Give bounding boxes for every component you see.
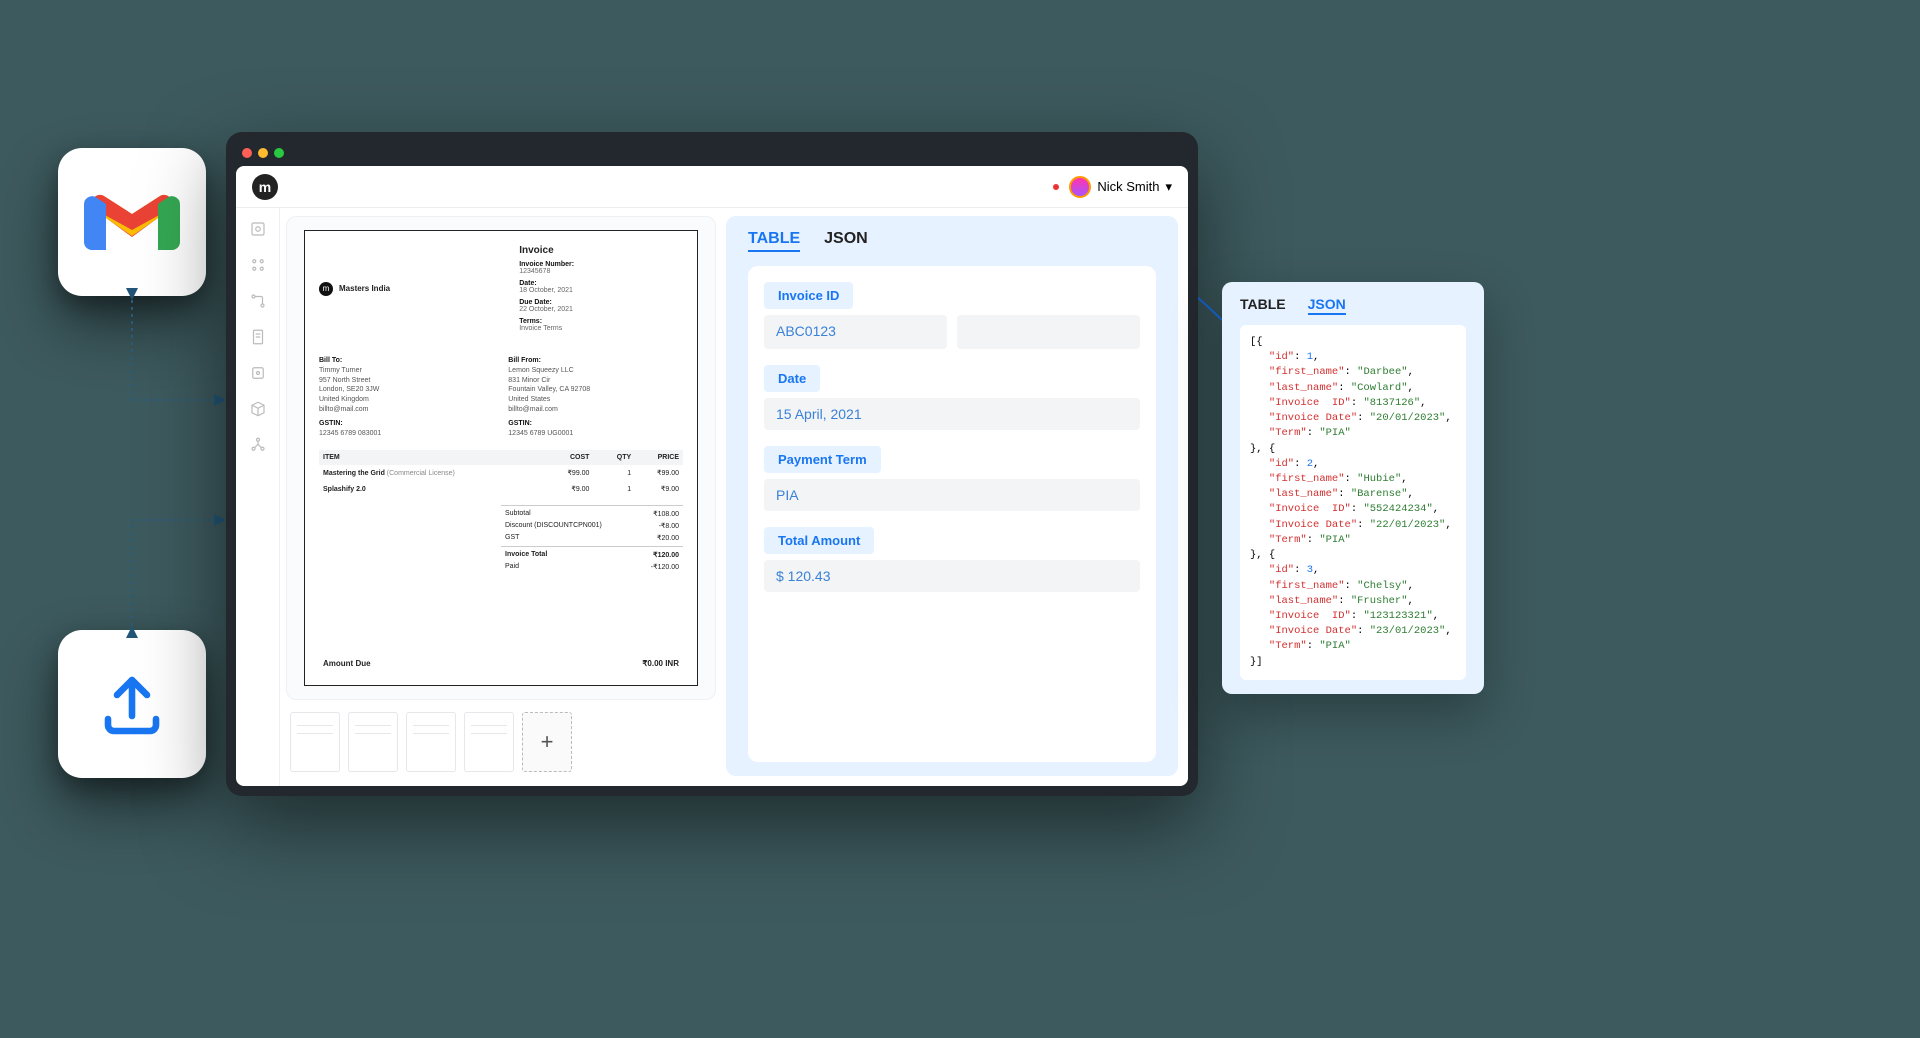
- sidebar-doc-icon[interactable]: [249, 328, 267, 346]
- bill-from-name: Lemon Squeezy LLC: [508, 366, 683, 376]
- invoice-document: m Masters India Invoice Invoice Number: …: [304, 230, 698, 686]
- invoice-terms-label: Terms:: [519, 318, 683, 325]
- minimize-window-dot[interactable]: [258, 148, 268, 158]
- invoice-number-label: Invoice Number:: [519, 261, 683, 268]
- invoice-number: 12345678: [519, 268, 683, 275]
- thumb-4[interactable]: [464, 712, 514, 772]
- invoice-heading: Invoice: [519, 245, 683, 256]
- total-label: Invoice Total: [505, 551, 547, 559]
- maximize-window-dot[interactable]: [274, 148, 284, 158]
- invoice-due: 22 October, 2021: [519, 306, 683, 313]
- upload-icon: [96, 668, 168, 740]
- field-label: Total Amount: [764, 527, 874, 554]
- json-code-block: [{ "id": 1, "first_name": "Darbee", "las…: [1240, 325, 1466, 680]
- sidebar: [236, 208, 280, 786]
- chevron-down-icon: ▾: [1165, 179, 1172, 195]
- amount-due-label: Amount Due: [323, 659, 371, 668]
- bill-from-gstin-label: GSTIN:: [508, 419, 683, 429]
- thumb-3[interactable]: [406, 712, 456, 772]
- document-preview-panel: m Masters India Invoice Invoice Number: …: [286, 216, 716, 776]
- bill-to-city: London, SE20 3JW: [319, 385, 494, 395]
- invoice-company: Masters India: [339, 284, 390, 293]
- bill-from-email: billto@mail.com: [508, 405, 683, 415]
- avatar: [1069, 176, 1091, 198]
- popup-tab-json[interactable]: JSON: [1308, 296, 1346, 315]
- bill-to-country: United Kingdom: [319, 395, 494, 405]
- bill-from-label: Bill From:: [508, 356, 683, 366]
- gst-label: GST: [505, 534, 519, 542]
- bill-to-gstin: 12345 6789 083001: [319, 429, 494, 439]
- app-window: m Nick Smith ▾: [226, 132, 1198, 796]
- sidebar-scan-icon[interactable]: [249, 364, 267, 382]
- invoice-brand-logo: m: [319, 282, 333, 296]
- fields-panel: Invoice ID ABC0123 Date 15 April, 2021 Payme…: [748, 266, 1156, 762]
- gst-value: ₹20.00: [657, 534, 679, 542]
- total-value: ₹120.00: [653, 551, 679, 559]
- field-value[interactable]: PIA: [764, 479, 1140, 511]
- page-thumbnails: +: [286, 708, 716, 776]
- sidebar-share-icon[interactable]: [249, 436, 267, 454]
- field-value[interactable]: ABC0123: [764, 315, 947, 349]
- field-label: Payment Term: [764, 446, 881, 473]
- th-price: PRICE: [635, 450, 683, 465]
- user-menu[interactable]: Nick Smith ▾: [1053, 176, 1172, 198]
- sidebar-flow-icon[interactable]: [249, 292, 267, 310]
- sidebar-home-icon[interactable]: [249, 220, 267, 238]
- invoice-date-label: Date:: [519, 280, 683, 287]
- thumb-1[interactable]: [290, 712, 340, 772]
- bill-to-gstin-label: GSTIN:: [319, 419, 494, 429]
- sidebar-apps-icon[interactable]: [249, 256, 267, 274]
- field-value[interactable]: 15 April, 2021: [764, 398, 1140, 430]
- field-label: Date: [764, 365, 820, 392]
- field-group: Invoice ID ABC0123: [764, 282, 1140, 349]
- field-value-secondary[interactable]: [957, 315, 1140, 349]
- discount-value: -₹8.00: [659, 522, 679, 530]
- th-cost: COST: [542, 450, 599, 465]
- field-label: Invoice ID: [764, 282, 853, 309]
- thumb-2[interactable]: [348, 712, 398, 772]
- invoice-line: Splashify 2.0 ₹9.001₹9.00: [319, 481, 683, 497]
- add-page-button[interactable]: +: [522, 712, 572, 772]
- window-traffic-lights: [242, 148, 284, 158]
- bill-from-country: United States: [508, 395, 683, 405]
- paid-label: Paid: [505, 563, 519, 571]
- tab-json[interactable]: JSON: [824, 230, 868, 252]
- discount-label: Discount (DISCOUNTCPN001): [505, 522, 602, 530]
- invoice-line-table: ITEM COST QTY PRICE Mastering the Grid (…: [319, 450, 683, 497]
- paid-value: -₹120.00: [651, 563, 679, 571]
- bill-from-street: 831 Minor Cir: [508, 376, 683, 386]
- bill-to-label: Bill To:: [319, 356, 494, 366]
- sidebar-box-icon[interactable]: [249, 400, 267, 418]
- brand-logo: m: [252, 174, 278, 200]
- source-gmail-card[interactable]: [58, 148, 206, 296]
- bill-from-gstin: 12345 6789 UG0001: [508, 429, 683, 439]
- amount-due-value: ₹0.00 INR: [642, 659, 679, 668]
- field-value[interactable]: $ 120.43: [764, 560, 1140, 592]
- topbar: m Nick Smith ▾: [236, 166, 1188, 208]
- subtotal-label: Subtotal: [505, 510, 531, 518]
- field-group: Date 15 April, 2021: [764, 365, 1140, 430]
- extracted-data-panel: TABLE JSON Invoice ID ABC0123 Date 15 April…: [726, 216, 1178, 776]
- th-item: ITEM: [319, 450, 542, 465]
- bill-to-name: Timmy Turner: [319, 366, 494, 376]
- user-name: Nick Smith: [1097, 179, 1159, 194]
- invoice-date: 18 October, 2021: [519, 287, 683, 294]
- close-window-dot[interactable]: [242, 148, 252, 158]
- popup-tab-table[interactable]: TABLE: [1240, 296, 1286, 315]
- tab-table[interactable]: TABLE: [748, 230, 800, 252]
- bill-from-city: Fountain Valley, CA 92708: [508, 385, 683, 395]
- gmail-icon: [84, 186, 180, 258]
- field-group: Payment Term PIA: [764, 446, 1140, 511]
- notification-dot: [1053, 184, 1059, 190]
- bill-to-email: billto@mail.com: [319, 405, 494, 415]
- json-preview-popup: TABLE JSON [{ "id": 1, "first_name": "Da…: [1222, 282, 1484, 694]
- subtotal-value: ₹108.00: [653, 510, 679, 518]
- source-upload-card[interactable]: [58, 630, 206, 778]
- invoice-due-label: Due Date:: [519, 299, 683, 306]
- bill-to-street: 957 North Street: [319, 376, 494, 386]
- invoice-terms: Invoice Terms: [519, 325, 683, 332]
- field-group: Total Amount $ 120.43: [764, 527, 1140, 592]
- invoice-line: Mastering the Grid (Commercial License)₹…: [319, 465, 683, 481]
- th-qty: QTY: [599, 450, 635, 465]
